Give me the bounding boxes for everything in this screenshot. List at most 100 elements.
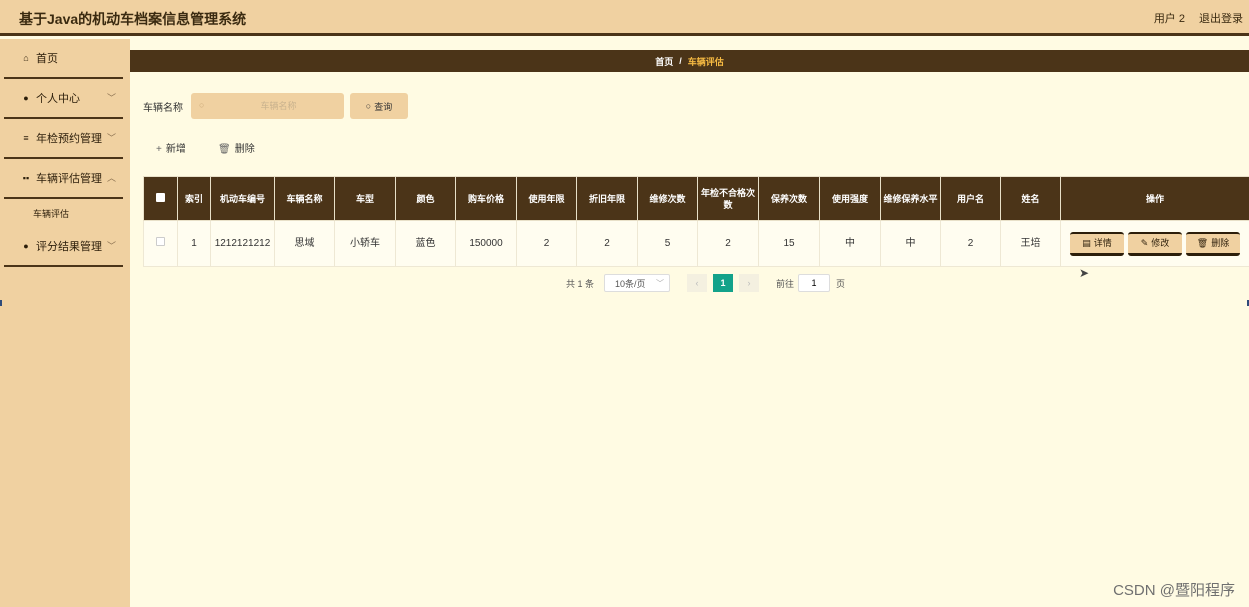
row-checkbox[interactable]	[156, 237, 165, 246]
column-header: 机动车编号	[210, 176, 275, 221]
column-header: 索引	[177, 176, 211, 221]
app-title: 基于Java的机动车档案信息管理系统	[19, 11, 247, 27]
row-select-cell[interactable]	[143, 220, 178, 267]
trash-icon: 🗑	[1196, 237, 1209, 248]
user-icon: ●	[23, 241, 29, 251]
user-icon: ●	[23, 93, 29, 103]
column-header: 用户名	[940, 176, 1001, 221]
sidebar-item-label: 评分结果管理	[36, 241, 102, 253]
chevron-down-icon: ﹀	[106, 93, 116, 103]
cell-repairs: 5	[637, 220, 698, 267]
page-size-value: 10条/页	[615, 278, 646, 289]
sidebar-item-home[interactable]: ⌂ 首页	[0, 39, 130, 77]
chevron-left-icon: ‹	[695, 278, 699, 288]
cell-level: 中	[880, 220, 941, 267]
sidebar-item-personal-center[interactable]: ● 个人中心 ﹀	[0, 79, 130, 117]
pagination: 共 1 条 10条/页 ﹀ ‹ 1 › 前往 页	[566, 274, 845, 292]
logout-link[interactable]: 退出登录	[1199, 10, 1243, 26]
breadcrumb: 首页 / 车辆评估	[130, 50, 1249, 72]
column-header: 使用强度	[819, 176, 881, 221]
search-input[interactable]	[191, 93, 344, 119]
page-number-current[interactable]: 1	[713, 274, 734, 292]
cell-price: 150000	[455, 220, 517, 267]
query-button[interactable]: ○ 查询	[350, 93, 408, 119]
next-page-button[interactable]: ›	[739, 274, 760, 292]
menu-divider	[4, 265, 123, 267]
cell-color: 蓝色	[395, 220, 456, 267]
search-icon: ○	[199, 100, 205, 110]
goto-label: 前往	[776, 278, 795, 289]
column-header: 车辆名称	[274, 176, 335, 221]
add-button-label: 新增	[165, 144, 186, 155]
cell-maintenance: 15	[758, 220, 820, 267]
edit-button[interactable]: ✎ 修改	[1128, 231, 1182, 256]
cell-username: 2	[940, 220, 1001, 267]
page-size-select[interactable]: 10条/页 ﹀	[604, 274, 671, 292]
search-label: 车辆名称	[143, 103, 183, 114]
mouse-cursor-icon: ➤	[1079, 266, 1090, 280]
column-header: 姓名	[1000, 176, 1061, 221]
select-all-cell[interactable]	[143, 176, 178, 221]
data-table: 索引 机动车编号 车辆名称 车型 颜色 购车价格 使用年限 折旧年限 维修次数 …	[143, 176, 1249, 267]
chevron-up-icon: ︿	[106, 173, 116, 183]
sidebar-item-score-results[interactable]: ● 评分结果管理 ﹀	[0, 227, 130, 265]
query-button-label: 查询	[374, 101, 393, 112]
grid-icon: ▪▪	[22, 173, 30, 183]
goto-page-input[interactable]	[798, 274, 831, 292]
chevron-down-icon: ﹀	[106, 241, 116, 251]
cell-years: 2	[516, 220, 577, 267]
breadcrumb-current: 车辆评估	[687, 56, 724, 67]
delete-button-label: 删除	[234, 144, 255, 155]
select-all-checkbox[interactable]	[156, 192, 165, 202]
cell-number: 1212121212	[210, 220, 275, 267]
sidebar-item-vehicle-evaluation[interactable]: ▪▪ 车辆评估管理 ︿	[0, 159, 130, 197]
detail-button-label: 详情	[1093, 237, 1112, 248]
sidebar-subitem-vehicle-evaluation[interactable]: 车辆评估	[0, 199, 130, 227]
table-header-row: 索引 机动车编号 车辆名称 车型 颜色 购车价格 使用年限 折旧年限 维修次数 …	[143, 176, 1249, 221]
top-header: 基于Java的机动车档案信息管理系统 用户 2 退出登录	[0, 0, 1249, 36]
edit-button-label: 修改	[1151, 237, 1170, 248]
cell-index: 1	[177, 220, 211, 267]
sidebar-item-inspection[interactable]: ≡ 年检预约管理 ﹀	[0, 119, 130, 157]
cell-realname: 王培	[1000, 220, 1061, 267]
batch-delete-button[interactable]: 🗑 删除	[218, 140, 255, 155]
edge-marker	[0, 300, 2, 306]
sidebar-item-label: 个人中心	[36, 93, 80, 105]
cell-depreciation: 2	[576, 220, 638, 267]
sidebar: ⌂ 首页 ● 个人中心 ﹀ ≡ 年检预约管理 ﹀ ▪▪ 车辆评估管理 ︿ 车辆评…	[0, 39, 130, 607]
search-icon: ○	[365, 101, 372, 111]
cell-operations: ▤ 详情 ✎ 修改 🗑 删除	[1060, 220, 1249, 267]
add-button[interactable]: + 新增	[156, 140, 186, 155]
column-header: 维修次数	[637, 176, 698, 221]
column-header: 车型	[334, 176, 396, 221]
sidebar-item-label: 首页	[36, 53, 58, 65]
breadcrumb-separator: /	[679, 56, 682, 66]
chevron-down-icon: ﹀	[106, 133, 116, 143]
cell-intensity: 中	[819, 220, 881, 267]
prev-page-button[interactable]: ‹	[687, 274, 708, 292]
column-header: 使用年限	[516, 176, 577, 221]
cell-type: 小轿车	[334, 220, 396, 267]
column-header: 维修保养水平	[880, 176, 941, 221]
column-header: 购车价格	[455, 176, 517, 221]
home-icon: ⌂	[23, 53, 29, 63]
chevron-down-icon: ﹀	[656, 279, 665, 288]
current-user[interactable]: 用户 2	[1154, 10, 1185, 26]
column-header: 操作	[1060, 176, 1249, 221]
column-header: 年检不合格次数	[697, 176, 759, 221]
detail-button[interactable]: ▤ 详情	[1070, 231, 1124, 256]
sidebar-item-label: 年检预约管理	[36, 133, 102, 145]
plus-icon: +	[156, 144, 162, 155]
trash-icon: 🗑	[218, 144, 231, 155]
table-row: 1 1212121212 思域 小轿车 蓝色 150000 2 2 5 2 15…	[143, 220, 1249, 267]
column-header: 保养次数	[758, 176, 820, 221]
page-unit-label: 页	[836, 278, 846, 289]
pagination-total: 共 1 条	[566, 278, 595, 289]
breadcrumb-home[interactable]: 首页	[655, 55, 673, 68]
column-header: 颜色	[395, 176, 456, 221]
column-header: 折旧年限	[576, 176, 638, 221]
cell-failed: 2	[697, 220, 759, 267]
delete-button[interactable]: 🗑 删除	[1186, 231, 1240, 256]
cell-name: 思域	[274, 220, 335, 267]
sidebar-item-label: 车辆评估管理	[36, 173, 102, 185]
